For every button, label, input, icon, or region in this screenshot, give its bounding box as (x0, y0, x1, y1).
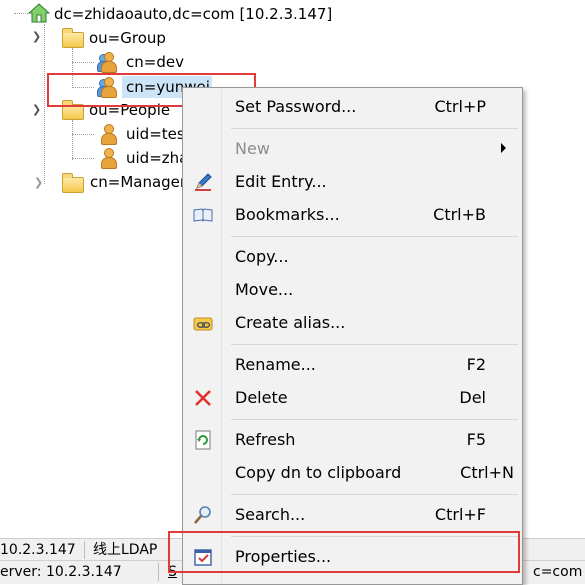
context-menu: Set Password... Ctrl+P New Edit Entry...… (182, 87, 523, 585)
menu-separator (231, 344, 518, 345)
menu-item-label: Copy... (235, 247, 289, 266)
menu-item-label: New (235, 139, 270, 158)
menu-item-shortcut: Ctrl+B (433, 205, 486, 224)
chevron-right-icon[interactable]: ❯ (34, 177, 43, 189)
menu-item-shortcut: Ctrl+F (434, 505, 486, 524)
chain-folder-icon (193, 313, 213, 333)
menu-item-label: Set Password... (235, 97, 357, 116)
menu-item-label: Delete (235, 388, 288, 407)
menu-separator (231, 236, 518, 237)
chevron-down-icon[interactable]: ❯ (32, 104, 41, 116)
tree-connector (72, 62, 94, 63)
menu-separator (231, 128, 518, 129)
tree-node-dev[interactable]: cn=dev (126, 52, 184, 72)
menu-item-shortcut: Del (459, 388, 486, 407)
menu-item-label: Move... (235, 280, 294, 299)
menu-item-label: Edit Entry... (235, 172, 327, 191)
red-x-icon (193, 388, 213, 408)
status-host: 10.2.3.147 (0, 542, 76, 558)
menu-item-rename[interactable]: Rename... F2 (185, 350, 520, 380)
refresh-icon (193, 430, 213, 450)
menu-item-edit-entry[interactable]: Edit Entry... (185, 167, 520, 197)
status-dn: c=com (533, 564, 583, 580)
book-icon (193, 205, 213, 225)
status-separator (158, 563, 159, 581)
menu-item-label: Rename... (235, 355, 316, 374)
tree-node-uid[interactable]: uid=tes (126, 124, 185, 144)
tree-root-label[interactable]: dc=zhidaoauto,dc=com [10.2.3.147] (54, 4, 332, 24)
folder-icon (62, 173, 84, 193)
status-env: 线上LDAP (93, 542, 158, 558)
status-separator (84, 541, 85, 559)
submenu-arrow-icon (501, 143, 506, 153)
tree-node-group[interactable]: ou=Group (89, 28, 166, 48)
tree-connector (72, 134, 94, 135)
menu-item-set-password[interactable]: Set Password... Ctrl+P (185, 92, 520, 122)
menu-item-bookmarks[interactable]: Bookmarks... Ctrl+B (185, 200, 520, 230)
menu-separator (231, 494, 518, 495)
menu-item-copy[interactable]: Copy... (185, 242, 520, 272)
menu-item-copy-dn[interactable]: Copy dn to clipboard Ctrl+N (185, 458, 520, 488)
menu-separator (231, 419, 518, 420)
folder-open-icon (62, 28, 84, 48)
tree-connector (14, 13, 28, 14)
server-house-icon (27, 3, 51, 23)
menu-item-label: Bookmarks... (235, 205, 340, 224)
menu-item-move[interactable]: Move... (185, 275, 520, 305)
menu-item-shortcut: F5 (466, 430, 486, 449)
pencil-icon (193, 172, 213, 192)
menu-item-label: Create alias... (235, 313, 346, 332)
tree-node-manager[interactable]: cn=Manager (90, 172, 186, 192)
magnifier-icon (193, 505, 213, 525)
menu-item-delete[interactable]: Delete Del (185, 383, 520, 413)
user-icon (99, 124, 117, 145)
tree-node-uid[interactable]: uid=zha (126, 148, 188, 168)
group-icon (97, 52, 117, 73)
user-icon (99, 148, 117, 169)
annotation-highlight-box (168, 531, 520, 573)
menu-item-label: Refresh (235, 430, 296, 449)
menu-item-label: Copy dn to clipboard (235, 463, 402, 482)
menu-item-search[interactable]: Search... Ctrl+F (185, 500, 520, 530)
menu-item-label: Search... (235, 505, 306, 524)
tree-connector (72, 120, 73, 160)
tree-connector (72, 158, 94, 159)
chevron-down-icon[interactable]: ❯ (32, 31, 41, 43)
menu-item-shortcut: F2 (466, 355, 486, 374)
menu-item-create-alias[interactable]: Create alias... (185, 308, 520, 338)
menu-item-shortcut: Ctrl+P (434, 97, 486, 116)
menu-item-refresh[interactable]: Refresh F5 (185, 425, 520, 455)
menu-item-new[interactable]: New (185, 134, 520, 164)
menu-item-shortcut: Ctrl+N (460, 463, 514, 482)
tree-connector (44, 24, 45, 184)
status-server: erver: 10.2.3.147 (0, 564, 122, 580)
